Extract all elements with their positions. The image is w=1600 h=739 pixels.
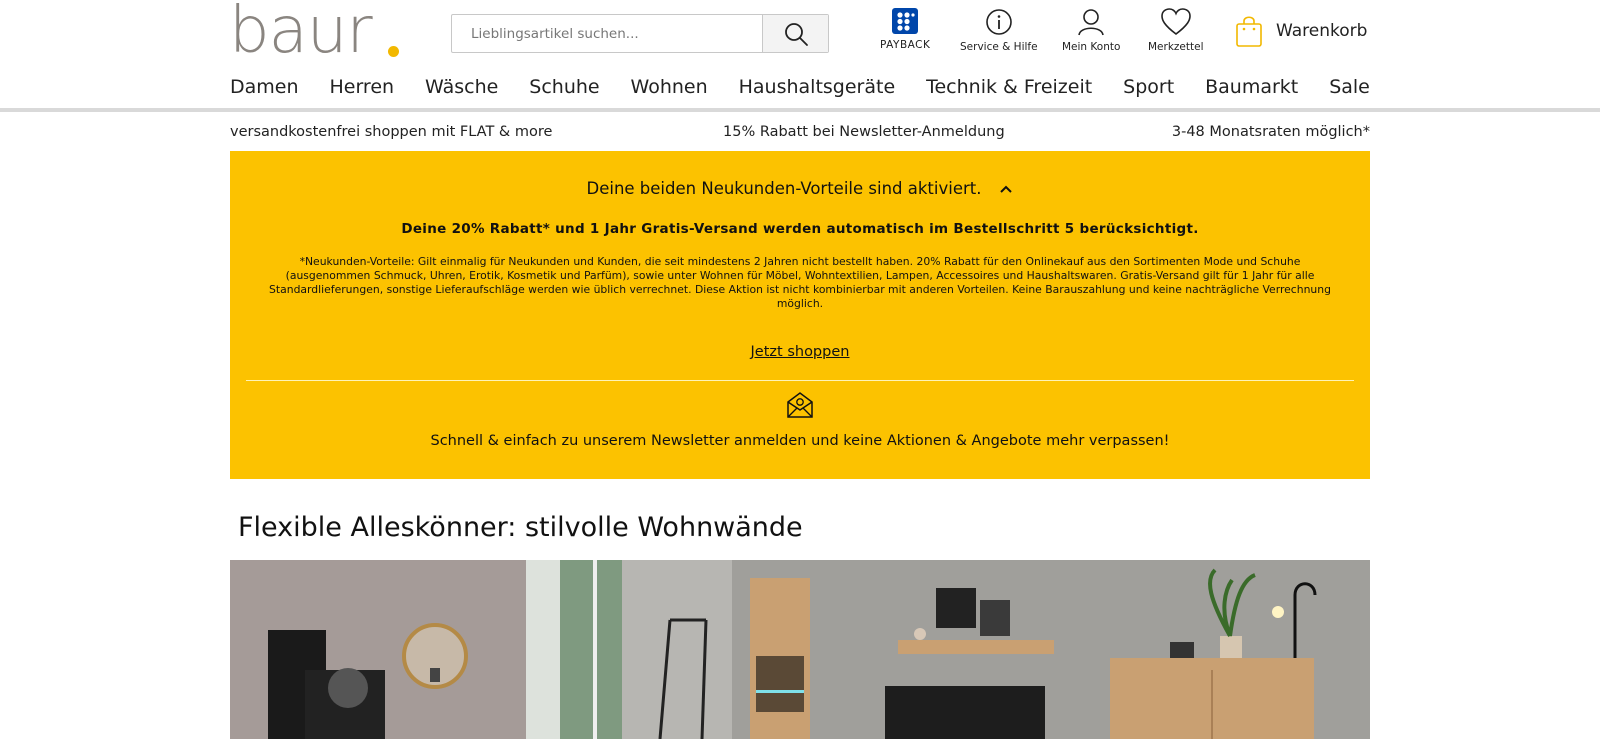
usp-flat[interactable]: versandkostenfrei shoppen mit FLAT & mor… (230, 124, 552, 140)
newsletter-envelope-icon (785, 391, 815, 423)
search-bar (451, 14, 829, 53)
new-customer-promo-box: Deine beiden Neukunden-Vorteile sind akt… (230, 151, 1370, 479)
payback-icon (892, 8, 919, 34)
promo-divider (246, 380, 1354, 381)
chevron-up-icon[interactable] (999, 179, 1013, 198)
usp-newsletter-discount[interactable]: 15% Rabatt bei Newsletter-Anmeldung (723, 124, 1005, 140)
nav-item-haushaltsgeraete[interactable]: Haushaltsgeräte (739, 76, 896, 98)
nav-divider (0, 108, 1600, 112)
living-room-illustration (230, 560, 1370, 739)
nav-item-damen[interactable]: Damen (230, 76, 299, 98)
section-title: Flexible Alleskönner: stilvolle Wohnwänd… (238, 512, 803, 543)
nav-item-baumarkt[interactable]: Baumarkt (1205, 76, 1298, 98)
baur-logo[interactable]: baur (229, 0, 399, 63)
info-icon (985, 9, 1012, 35)
wishlist-label: Merkzettel (1148, 41, 1204, 53)
promo-shop-link-wrap: Jetzt shoppen (230, 344, 1370, 360)
promo-headline: Deine beiden Neukunden-Vorteile sind akt… (586, 179, 982, 198)
site-header: baur PAYBACK Service & Hilfe (0, 0, 1600, 108)
logo-text: baur (229, 0, 373, 68)
promo-header[interactable]: Deine beiden Neukunden-Vorteile sind akt… (230, 179, 1370, 198)
shop-now-link[interactable]: Jetzt shoppen (751, 344, 850, 360)
account-link[interactable]: Mein Konto (1062, 8, 1120, 53)
payback-link[interactable]: PAYBACK (880, 8, 930, 51)
promo-terms-text: *Neukunden-Vorteile: Gilt einmalig für N… (269, 255, 1331, 310)
promo-benefits-text: Deine 20% Rabatt* und 1 Jahr Gratis-Vers… (401, 221, 1199, 237)
search-button[interactable] (762, 15, 828, 52)
cart-link[interactable]: Warenkorb (1235, 14, 1367, 48)
shopping-bag-icon (1236, 16, 1262, 47)
nav-item-sport[interactable]: Sport (1123, 76, 1174, 98)
wishlist-link[interactable]: Merkzettel (1148, 8, 1204, 53)
account-label: Mein Konto (1062, 41, 1121, 53)
nav-item-herren[interactable]: Herren (329, 76, 394, 98)
usp-installments[interactable]: 3-48 Monatsraten möglich* (1172, 124, 1370, 140)
hero-image-wall-units[interactable] (230, 560, 1370, 739)
nav-item-waesche[interactable]: Wäsche (425, 76, 498, 98)
payback-label: PAYBACK (880, 39, 931, 51)
user-icon (1078, 9, 1104, 36)
service-link[interactable]: Service & Hilfe (960, 8, 1038, 53)
search-input[interactable] (452, 15, 762, 52)
newsletter-signup-link[interactable]: Schnell & einfach zu unserem Newsletter … (230, 433, 1370, 449)
nav-item-technik-freizeit[interactable]: Technik & Freizeit (926, 76, 1092, 98)
nav-item-schuhe[interactable]: Schuhe (529, 76, 599, 98)
search-icon (784, 22, 808, 46)
nav-item-wohnen[interactable]: Wohnen (631, 76, 708, 98)
heart-icon (1160, 8, 1191, 36)
nav-item-sale[interactable]: Sale (1329, 76, 1370, 98)
service-label: Service & Hilfe (960, 41, 1038, 53)
main-navigation: Damen Herren Wäsche Schuhe Wohnen Hausha… (230, 72, 1370, 102)
logo-dot (388, 46, 399, 57)
cart-label: Warenkorb (1276, 21, 1368, 41)
